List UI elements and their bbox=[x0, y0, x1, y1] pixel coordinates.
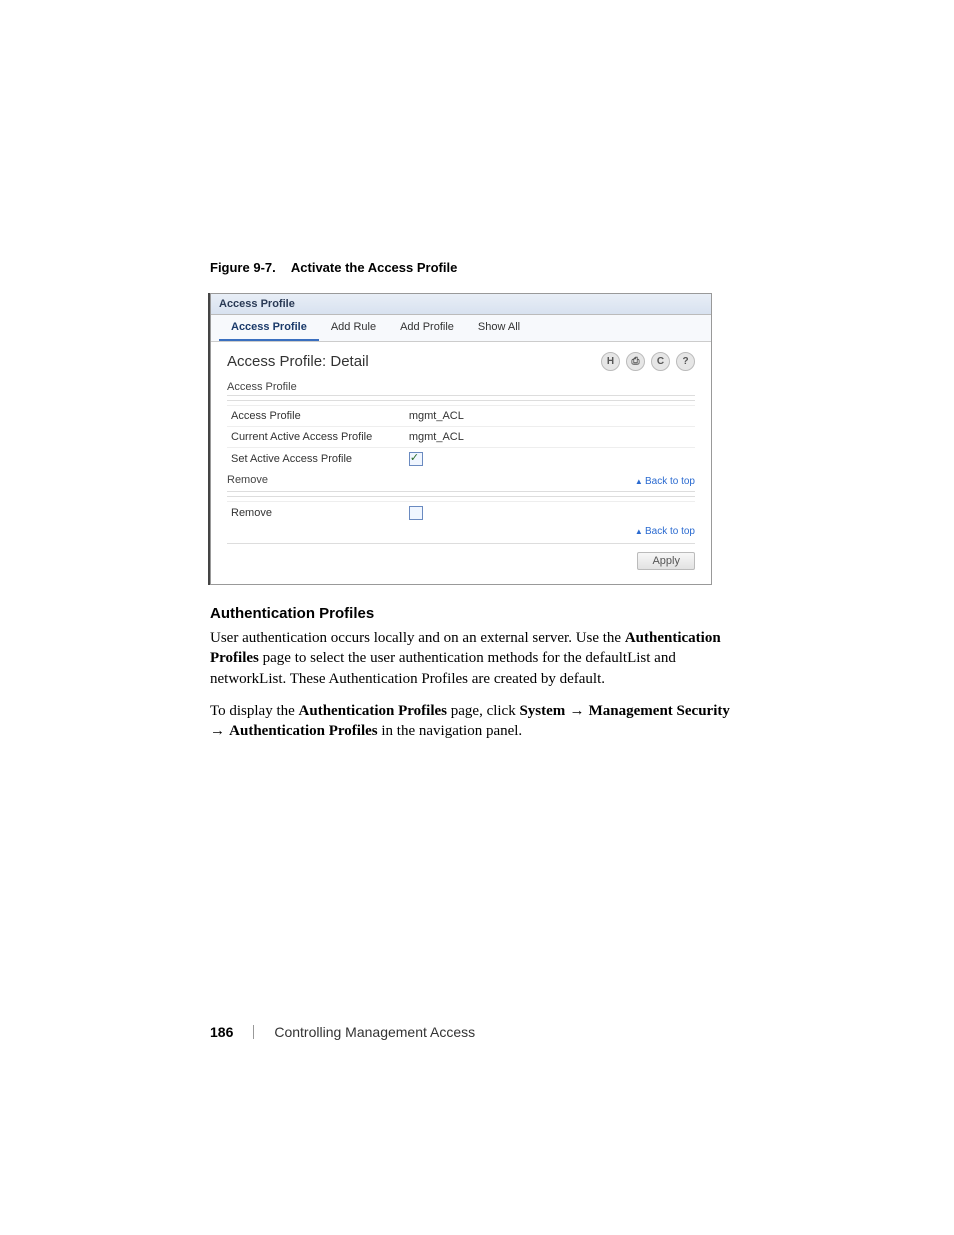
bold-text: Authentication Profiles bbox=[299, 703, 447, 719]
print-icon[interactable]: ⎙ bbox=[626, 352, 645, 371]
back-to-top-link[interactable]: Back to top bbox=[227, 524, 695, 539]
section-label-remove-row: Remove Back to top bbox=[227, 470, 695, 492]
screenshot-body: Access Profile: Detail H ⎙ C ? Access Pr… bbox=[211, 342, 711, 584]
help-icon[interactable]: ? bbox=[676, 352, 695, 371]
chapter-title: Controlling Management Access bbox=[274, 1024, 475, 1040]
bold-text: System bbox=[519, 703, 565, 719]
tab-add-profile[interactable]: Add Profile bbox=[388, 315, 466, 341]
page-heading-row: Access Profile: Detail H ⎙ C ? bbox=[227, 352, 695, 371]
tab-access-profile[interactable]: Access Profile bbox=[219, 315, 319, 341]
paragraph-1: User authentication occurs locally and o… bbox=[210, 628, 744, 689]
label-remove: Remove bbox=[227, 502, 405, 525]
paragraph-2: To display the Authentication Profiles p… bbox=[210, 701, 744, 742]
arrow-icon: → bbox=[565, 702, 588, 719]
divider bbox=[227, 496, 695, 497]
section-label-remove: Remove bbox=[227, 474, 268, 489]
page-number: 186 bbox=[210, 1024, 233, 1040]
remove-table: Remove bbox=[227, 501, 695, 524]
save-icon[interactable]: H bbox=[601, 352, 620, 371]
figure-caption: Figure 9-7. Activate the Access Profile bbox=[210, 260, 744, 275]
label-current-active: Current Active Access Profile bbox=[227, 427, 405, 448]
toolbar-icons: H ⎙ C ? bbox=[601, 352, 695, 371]
tab-show-all[interactable]: Show All bbox=[466, 315, 532, 341]
refresh-icon[interactable]: C bbox=[651, 352, 670, 371]
table-row: Set Active Access Profile bbox=[227, 448, 695, 471]
table-row: Current Active Access Profile mgmt_ACL bbox=[227, 427, 695, 448]
arrow-icon: → bbox=[210, 722, 229, 739]
value-access-profile: mgmt_ACL bbox=[405, 406, 695, 427]
bold-text: Management Security bbox=[589, 703, 730, 719]
back-to-top-link[interactable]: Back to top bbox=[635, 474, 695, 489]
tab-add-rule[interactable]: Add Rule bbox=[319, 315, 388, 341]
figure-title: Activate the Access Profile bbox=[291, 260, 457, 275]
table-row: Remove bbox=[227, 502, 695, 525]
page-title: Access Profile: Detail bbox=[227, 353, 369, 370]
document-page: Figure 9-7. Activate the Access Profile … bbox=[0, 0, 954, 1235]
divider bbox=[227, 400, 695, 401]
bold-text: Authentication Profiles bbox=[229, 723, 377, 739]
section-label-access-profile: Access Profile bbox=[227, 377, 695, 396]
set-active-checkbox[interactable] bbox=[409, 452, 423, 466]
label-set-active: Set Active Access Profile bbox=[227, 448, 405, 471]
divider bbox=[227, 543, 695, 544]
label-access-profile: Access Profile bbox=[227, 406, 405, 427]
apply-button[interactable]: Apply bbox=[637, 552, 695, 570]
tab-bar: Access Profile Add Rule Add Profile Show… bbox=[211, 315, 711, 342]
value-current-active: mgmt_ACL bbox=[405, 427, 695, 448]
footer-divider bbox=[253, 1025, 254, 1039]
details-table: Access Profile mgmt_ACL Current Active A… bbox=[227, 405, 695, 470]
section-heading: Authentication Profiles bbox=[210, 605, 744, 622]
window-titlebar: Access Profile bbox=[211, 294, 711, 315]
table-row: Access Profile mgmt_ACL bbox=[227, 406, 695, 427]
apply-row: Apply bbox=[227, 552, 695, 570]
figure-number: Figure 9-7. bbox=[210, 260, 276, 275]
ui-screenshot: Access Profile Access Profile Add Rule A… bbox=[210, 293, 712, 585]
page-footer: 186 Controlling Management Access bbox=[210, 1024, 475, 1040]
remove-checkbox[interactable] bbox=[409, 506, 423, 520]
